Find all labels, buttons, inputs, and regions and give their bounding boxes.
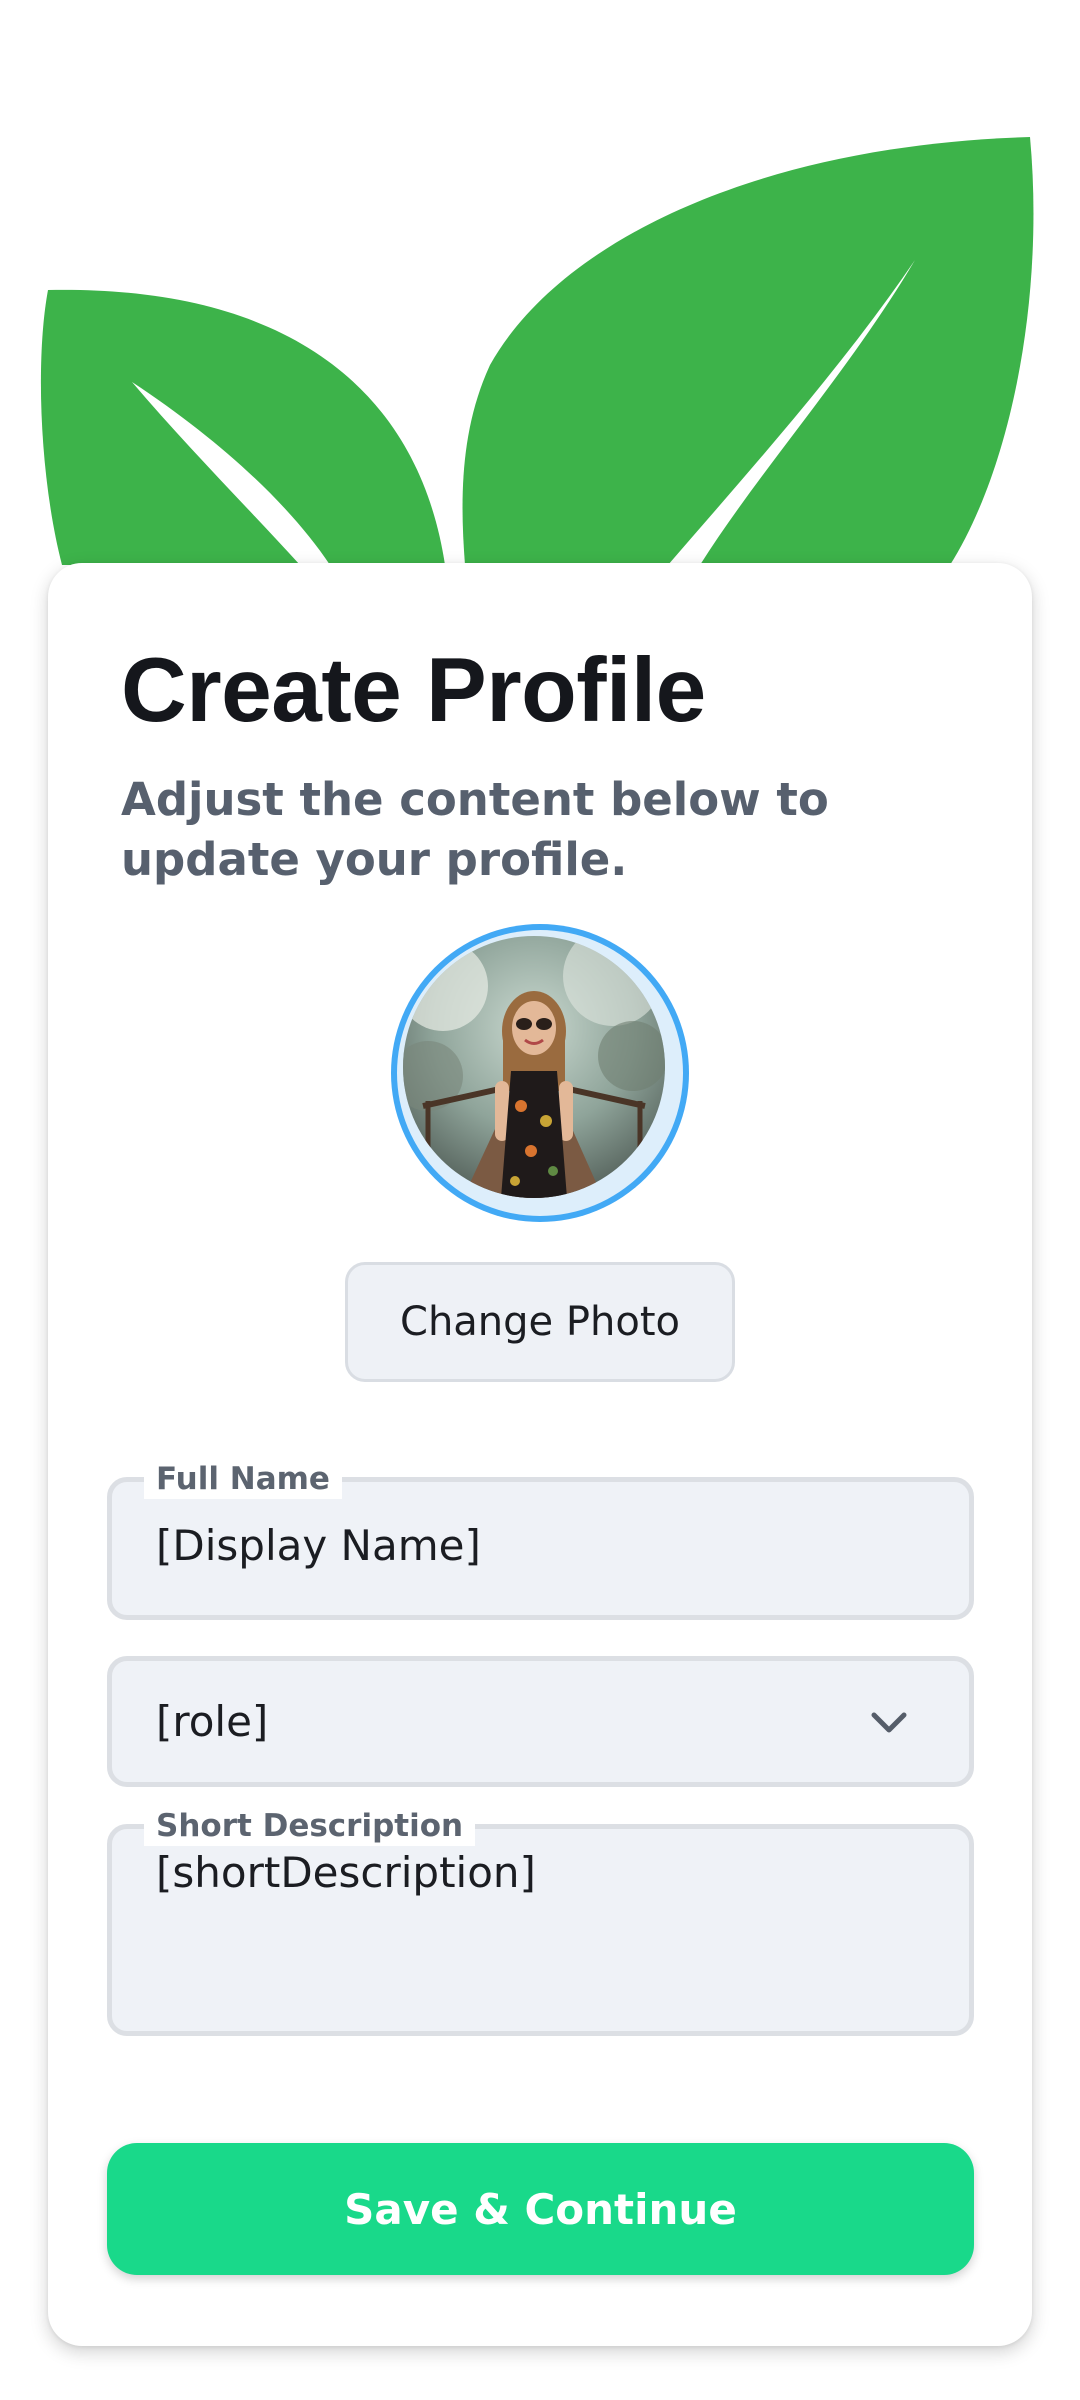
full-name-label: Full Name: [144, 1459, 342, 1499]
short-description-label: Short Description: [144, 1806, 476, 1846]
short-description-value: [shortDescription]: [156, 1848, 536, 1897]
save-continue-button[interactable]: Save & Continue: [107, 2143, 974, 2275]
page-title: Create Profile: [121, 640, 706, 741]
profile-photo: [403, 936, 665, 1198]
create-profile-screen: Create Profile Adjust the content below …: [0, 0, 1080, 2400]
role-value: [role]: [156, 1697, 269, 1746]
page-subtitle: Adjust the content below to update your …: [121, 773, 829, 886]
full-name-value: [Display Name]: [156, 1521, 481, 1570]
leaf-icon: [40, 137, 1034, 565]
avatar[interactable]: [391, 924, 689, 1222]
chevron-down-icon[interactable]: [868, 1707, 910, 1737]
change-photo-button[interactable]: Change Photo: [345, 1262, 735, 1382]
